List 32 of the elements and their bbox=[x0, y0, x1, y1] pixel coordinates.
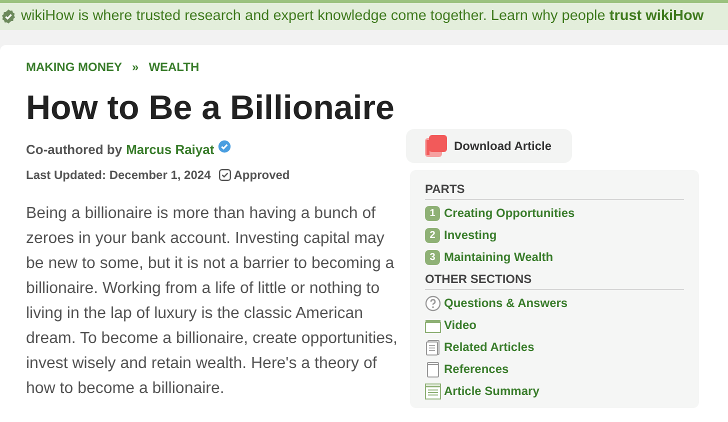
part-number-badge: 2 bbox=[425, 228, 440, 242]
toc-link[interactable]: Article Summary bbox=[444, 382, 540, 400]
check-icon bbox=[218, 168, 231, 180]
verified-icon bbox=[218, 140, 232, 154]
breadcrumb-link[interactable]: MAKING MONEY bbox=[26, 58, 122, 76]
section-heading: PARTS bbox=[425, 180, 684, 200]
toc-link[interactable]: Related Articles bbox=[444, 338, 534, 356]
toc-link[interactable]: Maintaining Wealth bbox=[444, 248, 554, 266]
summary-icon bbox=[425, 382, 441, 400]
article-title: How to Be a Billionaire bbox=[26, 88, 396, 128]
intro-paragraph: Being a billionaire is more than having a bunch of zeroes in your bank account. Investing capital may be new to some, but it is not a barrier to becoming a billionaire. Working from a life of little or nothing to living in the lap of luxury is the classic American dream. To become a billionaire, create opportunities, invest wisely and retain wealth. Here's a theory of how to become a billionaire. bbox=[26, 204, 398, 398]
document-icon bbox=[425, 338, 441, 356]
approved-label: Approved bbox=[234, 166, 290, 184]
toc-link[interactable]: Video bbox=[444, 316, 476, 334]
part-number-badge: 3 bbox=[425, 250, 440, 264]
section-heading: OTHER SECTIONS bbox=[425, 270, 684, 290]
byline-label: Co-authored by bbox=[26, 141, 122, 159]
breadcrumb-separator: » bbox=[132, 59, 139, 76]
last-updated: Last Updated: December 1, 2024 bbox=[26, 166, 211, 184]
question-icon bbox=[425, 294, 441, 312]
toc-link[interactable]: References bbox=[444, 360, 509, 378]
author-link[interactable]: Marcus Raiyat bbox=[126, 140, 214, 160]
pdf-icon bbox=[424, 134, 448, 158]
banner-text: wikiHow is where trusted research and expert knowledge come together. Learn why people trust wikiHow bbox=[21, 6, 704, 26]
toc-link[interactable]: Creating Opportunities bbox=[444, 204, 575, 222]
toc-link[interactable]: Questions & Answers bbox=[444, 294, 568, 312]
verified-badge-icon bbox=[1, 9, 16, 24]
part-number-badge: 1 bbox=[425, 206, 440, 220]
book-icon bbox=[425, 360, 441, 378]
toc-link[interactable]: Investing bbox=[444, 226, 497, 244]
download-article-button[interactable]: Download Article bbox=[406, 129, 572, 163]
breadcrumb-link[interactable]: WEALTH bbox=[148, 58, 200, 76]
